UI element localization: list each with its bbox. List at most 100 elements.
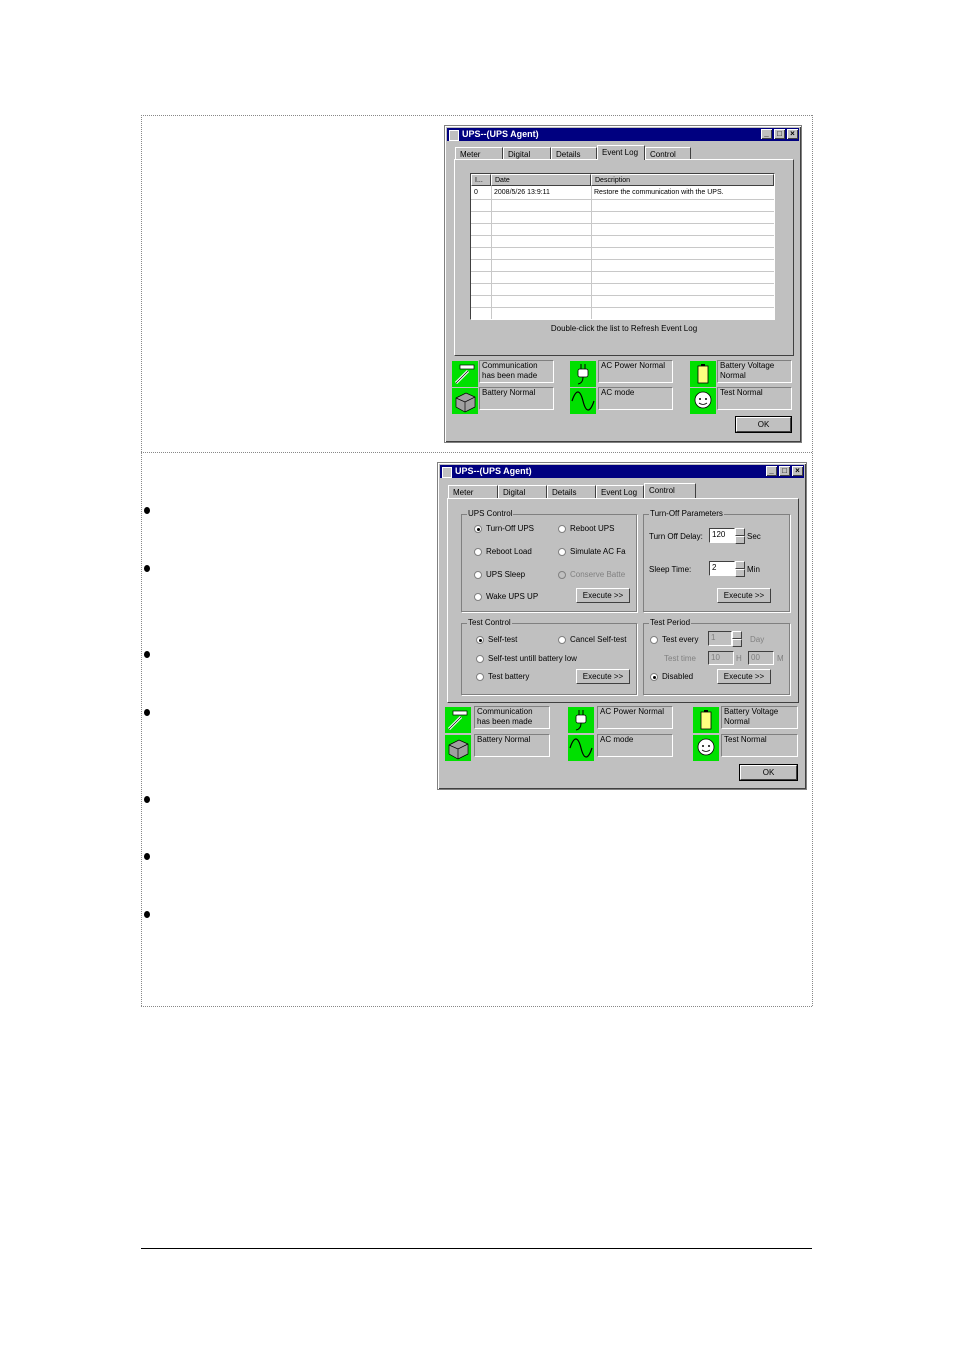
battery-icon	[452, 388, 478, 414]
test-period-title: Test Period	[649, 618, 692, 628]
column-header-date[interactable]: Date	[491, 174, 591, 186]
label-simulate-ac-fail[interactable]: Simulate AC Fa	[570, 547, 626, 557]
test-hour-unit: H	[736, 654, 742, 663]
status-communication: Communication has been made	[479, 360, 554, 383]
sleep-time-down[interactable]	[735, 569, 745, 577]
column-header-description[interactable]: Description	[591, 174, 774, 186]
radio-conserve-battery	[558, 571, 566, 579]
sine-wave-icon	[568, 735, 594, 761]
log-index[interactable]: 0	[471, 188, 478, 197]
grid-line	[471, 199, 774, 200]
minimize-button[interactable]: _	[766, 466, 777, 476]
log-description[interactable]: Restore the communication with the UPS.	[591, 188, 724, 197]
status-battery-voltage: Battery Voltage Normal	[717, 360, 792, 383]
label-self-test-until-low[interactable]: Self-test untill battery low	[488, 654, 577, 664]
sleep-time-input[interactable]: 2	[709, 561, 735, 576]
test-control-group: Test Control Self-test Cancel Self-test …	[461, 618, 637, 695]
table-top-border	[141, 115, 812, 116]
radio-disabled[interactable]	[650, 673, 658, 681]
test-minute-select: 00	[748, 651, 774, 665]
radio-simulate-ac-fail[interactable]	[558, 548, 566, 556]
test-doctor-icon	[690, 388, 716, 414]
label-wake-ups-up[interactable]: Wake UPS UP	[486, 592, 538, 602]
battery-voltage-icon	[693, 707, 719, 733]
grid-line	[591, 186, 592, 319]
log-date[interactable]: 2008/5/26 13:9:11	[491, 188, 550, 197]
label-test-battery[interactable]: Test battery	[488, 672, 529, 682]
grid-line	[491, 186, 492, 319]
label-reboot-ups[interactable]: Reboot UPS	[570, 524, 614, 534]
tab-event-log[interactable]: Event Log	[597, 145, 645, 160]
turnoff-params-title: Turn-Off Parameters	[649, 509, 724, 519]
maximize-button[interactable]: □	[774, 129, 785, 139]
radio-self-test-until-low[interactable]	[476, 655, 484, 663]
status-communication-line2: has been made	[477, 717, 533, 726]
status-battery-voltage-line1: Battery Voltage	[720, 361, 775, 370]
ac-plug-icon	[570, 361, 596, 387]
radio-wake-ups-up[interactable]	[474, 593, 482, 601]
communication-icon	[445, 707, 471, 733]
tab-event-log[interactable]: Event Log	[596, 485, 644, 498]
turnoff-execute-button[interactable]: Execute >>	[717, 588, 771, 603]
bullet	[144, 709, 150, 716]
label-cancel-self-test[interactable]: Cancel Self-test	[570, 635, 626, 645]
radio-turn-off-ups[interactable]	[474, 525, 482, 533]
bullet	[144, 507, 150, 514]
ups-agent-window-control: UPS--(UPS Agent) _ □ × Meter Digital Det…	[437, 462, 807, 790]
radio-ups-sleep[interactable]	[474, 571, 482, 579]
test-every-unit: Day	[750, 635, 765, 644]
bullet	[144, 565, 150, 572]
battery-icon	[445, 735, 471, 761]
bullet	[144, 796, 150, 803]
radio-test-every[interactable]	[650, 636, 658, 644]
tab-meter[interactable]: Meter	[448, 485, 498, 498]
status-communication-line1: Communication	[477, 707, 533, 716]
tab-control[interactable]: Control	[644, 483, 696, 498]
radio-reboot-ups[interactable]	[558, 525, 566, 533]
sleep-time-label: Sleep Time:	[649, 565, 692, 574]
grid-line	[471, 283, 774, 284]
test-period-execute-button[interactable]: Execute >>	[717, 669, 771, 684]
title-bar[interactable]: UPS--(UPS Agent) _ □ ×	[447, 128, 799, 141]
turnoff-delay-up[interactable]	[735, 528, 745, 536]
window-title: UPS--(UPS Agent)	[462, 129, 539, 139]
status-battery-voltage-line2: Normal	[724, 717, 750, 726]
radio-test-battery[interactable]	[476, 673, 484, 681]
turnoff-delay-input[interactable]: 120	[709, 528, 735, 543]
label-ups-sleep[interactable]: UPS Sleep	[486, 570, 525, 580]
close-button[interactable]: ×	[792, 466, 803, 476]
sleep-time-up[interactable]	[735, 561, 745, 569]
radio-reboot-load[interactable]	[474, 548, 482, 556]
event-log-list[interactable]: I... Date Description 0 2008/5/26 13:9:1…	[470, 173, 775, 320]
ups-control-title: UPS Control	[467, 509, 514, 519]
status-battery-voltage: Battery Voltage Normal	[721, 706, 798, 729]
label-test-every[interactable]: Test every	[662, 635, 698, 645]
turnoff-delay-down[interactable]	[735, 536, 745, 544]
status-ac-mode: AC mode	[598, 387, 673, 410]
test-control-title: Test Control	[467, 618, 512, 628]
bullet	[144, 651, 150, 658]
radio-cancel-self-test[interactable]	[558, 636, 566, 644]
label-disabled[interactable]: Disabled	[662, 672, 693, 682]
grid-line	[471, 295, 774, 296]
grid-line	[471, 307, 774, 308]
table-row-divider	[141, 452, 812, 453]
column-header-index[interactable]: I...	[471, 174, 491, 186]
close-button[interactable]: ×	[787, 129, 798, 139]
tab-digital[interactable]: Digital	[498, 485, 547, 498]
ups-control-execute-button[interactable]: Execute >>	[576, 588, 630, 603]
table-left-border	[141, 115, 142, 1006]
ac-plug-icon	[568, 707, 594, 733]
title-bar[interactable]: UPS--(UPS Agent) _ □ ×	[440, 465, 804, 478]
radio-self-test[interactable]	[476, 636, 484, 644]
ok-button[interactable]: OK	[739, 764, 798, 781]
tab-details[interactable]: Details	[547, 485, 596, 498]
label-reboot-load[interactable]: Reboot Load	[486, 547, 532, 557]
test-control-execute-button[interactable]: Execute >>	[576, 669, 630, 684]
ok-button[interactable]: OK	[735, 416, 792, 433]
maximize-button[interactable]: □	[779, 466, 790, 476]
label-turn-off-ups[interactable]: Turn-Off UPS	[486, 524, 534, 534]
status-ac-power: AC Power Normal	[597, 706, 673, 729]
label-self-test[interactable]: Self-test	[488, 635, 517, 645]
minimize-button[interactable]: _	[761, 129, 772, 139]
